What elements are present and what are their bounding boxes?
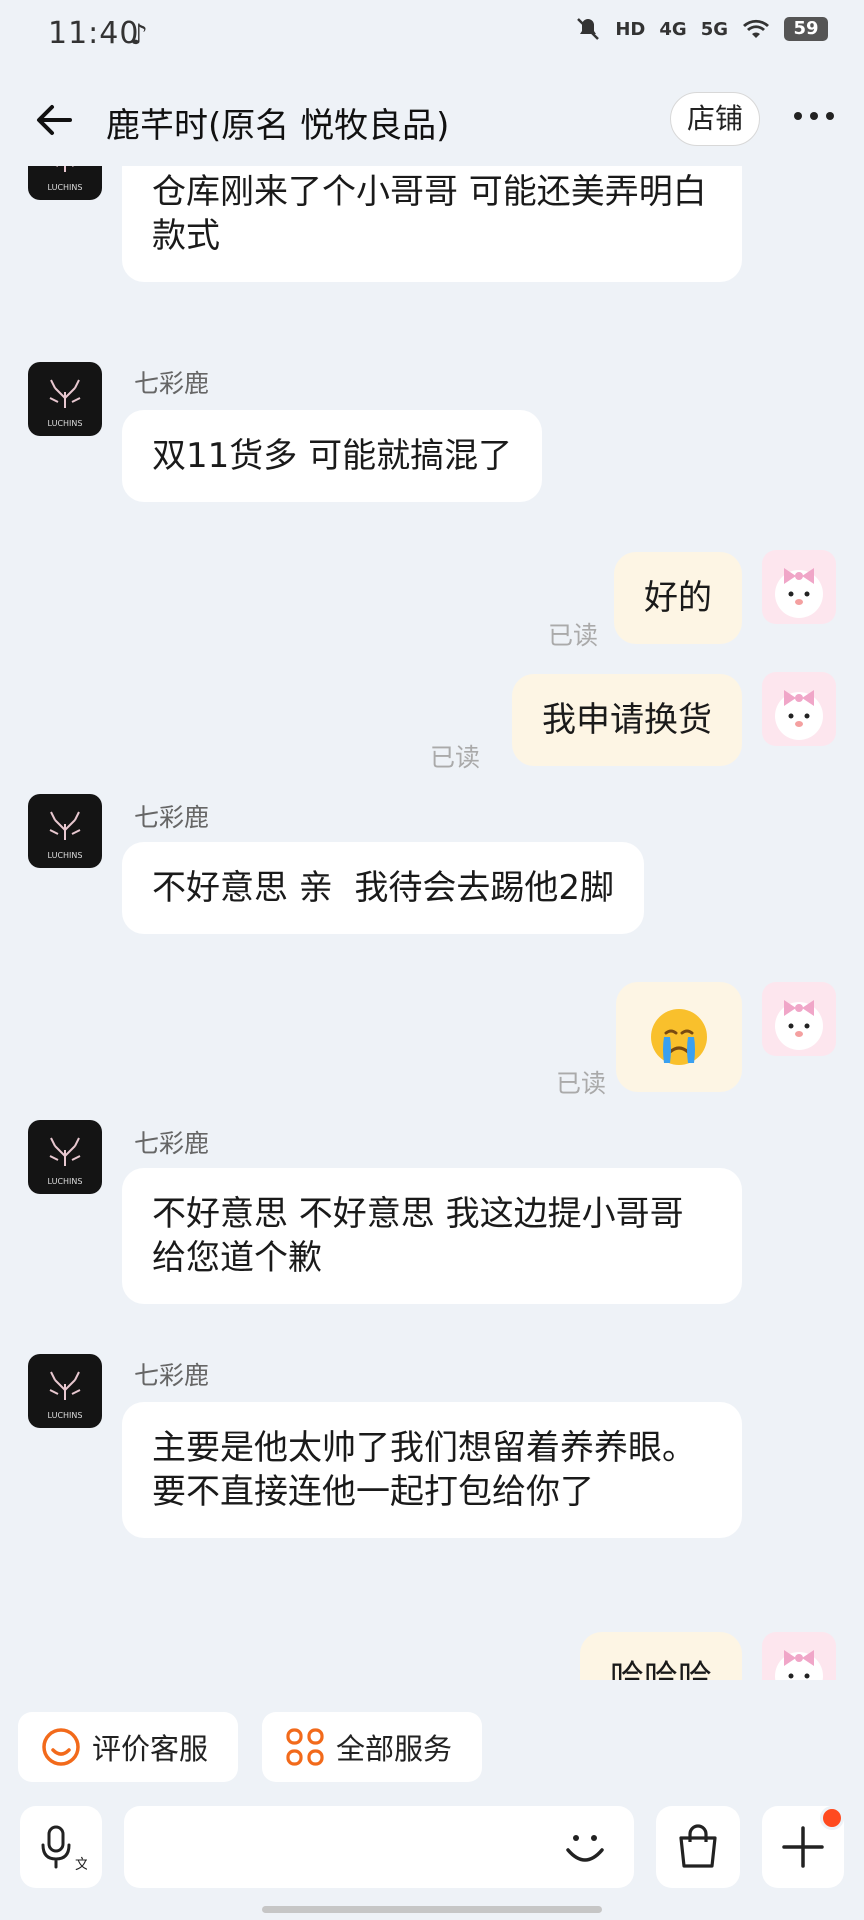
all-services-button[interactable]: 全部服务 [262, 1712, 482, 1782]
notification-dot [820, 1806, 844, 1830]
voice-text-label: 文 [75, 1857, 87, 1873]
sender-name: 七彩鹿 [134, 803, 210, 832]
home-indicator[interactable] [262, 1906, 602, 1913]
status-time: 11:40 [48, 16, 140, 51]
svg-text:LUCHINS: LUCHINS [48, 851, 83, 860]
message-bubble-outgoing[interactable]: 好的 [614, 552, 742, 644]
chat-list[interactable]: LUCHINS 仓库刚来了个小哥哥 可能还美弄明白款式 LUCHINS 七彩鹿 … [0, 166, 864, 1680]
message-bubble-incoming[interactable]: 双11货多 可能就搞混了 [122, 410, 543, 502]
rate-service-button[interactable]: 评价客服 [18, 1712, 238, 1782]
message-bubble-outgoing[interactable] [616, 982, 742, 1092]
message-bubble-outgoing[interactable]: 哈哈哈 [580, 1632, 742, 1680]
shopping-bag-button[interactable] [656, 1806, 740, 1888]
back-arrow-icon[interactable] [30, 96, 78, 144]
emoji-face-icon[interactable] [560, 1822, 610, 1872]
svg-text:LUCHINS: LUCHINS [48, 183, 83, 192]
svg-text:LUCHINS: LUCHINS [48, 419, 83, 428]
shop-avatar[interactable]: LUCHINS [28, 166, 102, 200]
svg-text:LUCHINS: LUCHINS [48, 1411, 83, 1420]
shop-button[interactable]: 店铺 [669, 92, 760, 146]
wifi-icon [743, 19, 769, 38]
chat-title: 鹿芊时(原名 悦牧良品) [106, 106, 450, 146]
plus-icon [782, 1826, 824, 1868]
signal-4g-icon: 4G [659, 18, 687, 40]
user-avatar[interactable] [762, 982, 836, 1056]
tiktok-notification-icon: ♪ [130, 18, 148, 51]
read-receipt: 已读 [429, 743, 480, 772]
smile-icon [42, 1728, 80, 1766]
shopping-bag-icon [679, 1824, 717, 1868]
read-receipt: 已读 [555, 1069, 606, 1098]
grid-icon [286, 1728, 324, 1766]
voice-input-button[interactable]: 文 [20, 1806, 102, 1888]
rate-service-label: 评价客服 [92, 1732, 209, 1766]
message-bubble-incoming[interactable]: 仓库刚来了个小哥哥 可能还美弄明白款式 [122, 166, 742, 282]
user-avatar[interactable] [762, 1632, 836, 1680]
user-avatar[interactable] [762, 672, 836, 746]
crying-face-icon [651, 1009, 707, 1065]
more-options-icon[interactable] [794, 112, 834, 120]
microphone-icon: 文 [41, 1825, 87, 1873]
shop-avatar[interactable]: LUCHINS [28, 1354, 102, 1428]
read-receipt: 已读 [547, 621, 598, 650]
shop-avatar[interactable]: LUCHINS [28, 794, 102, 868]
hd-badge: HD [615, 18, 646, 40]
sender-name: 七彩鹿 [134, 1361, 210, 1390]
shop-avatar[interactable]: LUCHINS [28, 362, 102, 436]
svg-text:LUCHINS: LUCHINS [48, 1177, 83, 1186]
battery-icon: 59 [784, 17, 828, 41]
status-icons: HD 4G 5G 59 [575, 16, 828, 42]
message-bubble-incoming[interactable]: 不好意思 亲 我待会去踢他2脚 [122, 842, 645, 934]
shop-avatar[interactable]: LUCHINS [28, 1120, 102, 1194]
user-avatar[interactable] [762, 550, 836, 624]
all-services-label: 全部服务 [336, 1732, 453, 1766]
message-bubble-outgoing[interactable]: 我申请换货 [512, 674, 742, 766]
sender-name: 七彩鹿 [134, 369, 210, 398]
sender-name: 七彩鹿 [134, 1129, 210, 1158]
mute-icon [577, 18, 600, 40]
message-input[interactable] [124, 1806, 634, 1888]
message-bubble-incoming[interactable]: 不好意思 不好意思 我这边提小哥哥给您道个歉 [122, 1168, 742, 1304]
message-bubble-incoming[interactable]: 主要是他太帅了我们想留着养养眼。要不直接连他一起打包给你了 [122, 1402, 742, 1538]
signal-5g-icon: 5G [700, 18, 728, 40]
